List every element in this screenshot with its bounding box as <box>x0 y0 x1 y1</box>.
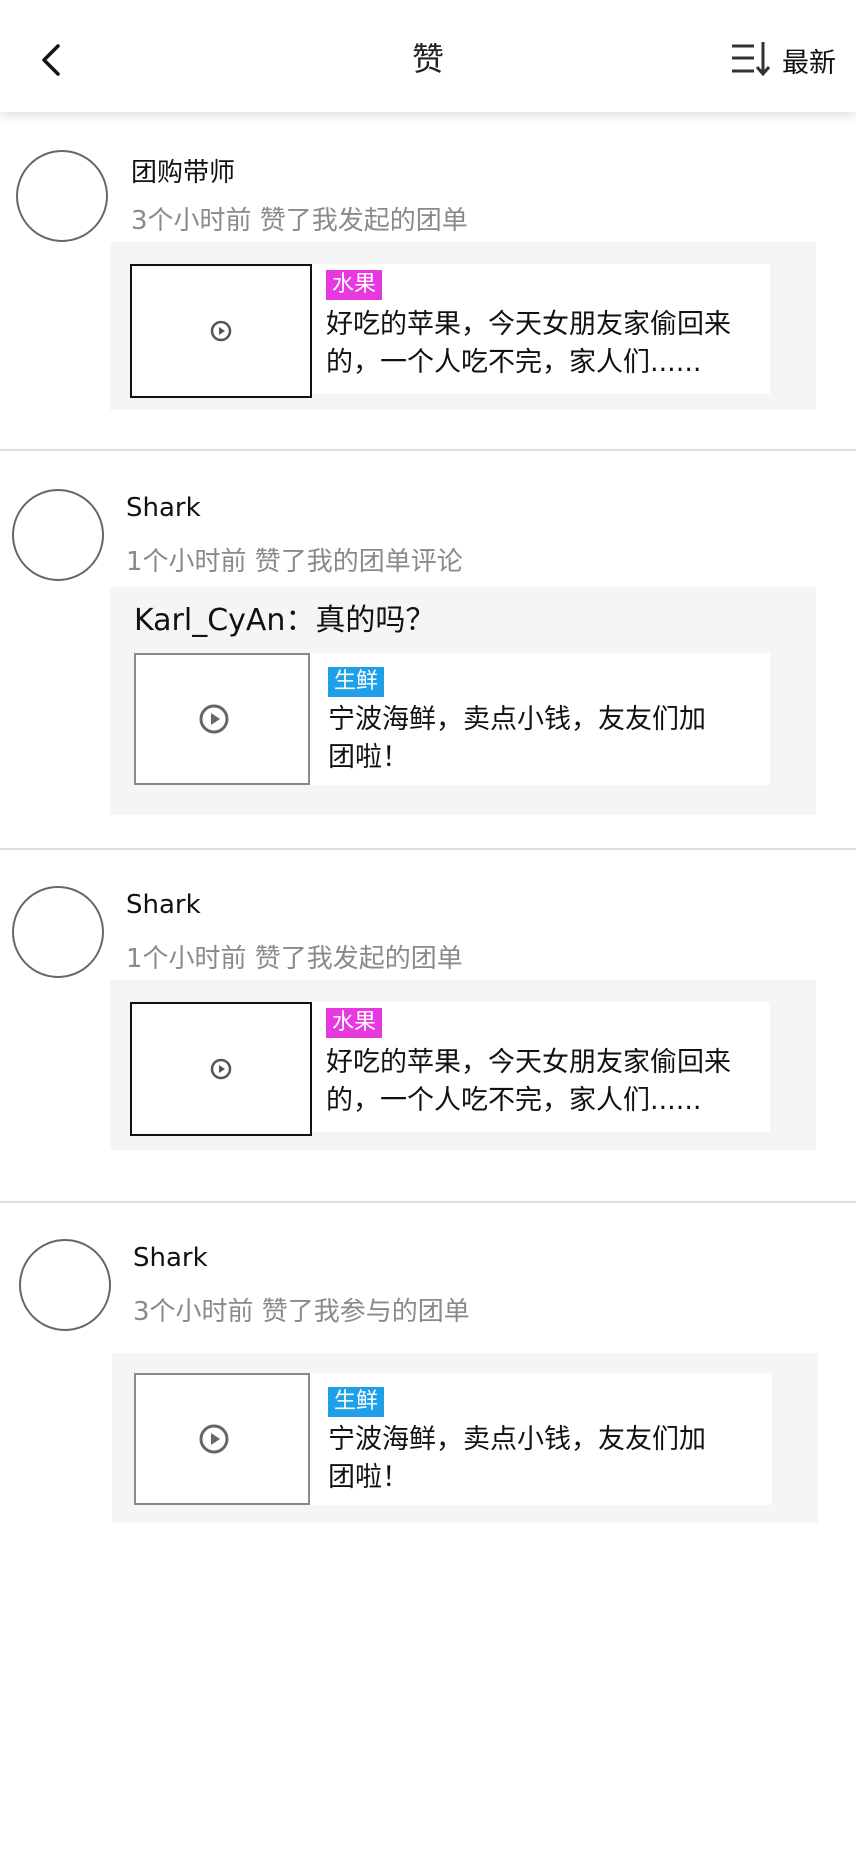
post-thumbnail[interactable] <box>130 1002 312 1136</box>
avatar[interactable] <box>12 886 104 978</box>
post-text-line: 宁波海鲜，卖点小钱，友友们加 <box>328 1424 706 1455</box>
top-bar: 赞 最新 <box>0 0 856 112</box>
like-meta: 3个小时前 赞了我参与的团单 <box>133 1297 470 1327</box>
user-name[interactable]: Shark <box>126 493 201 523</box>
liked-comment-card[interactable]: Karl_CyAn：真的吗？ 生鲜 宁波海鲜，卖点小钱，友友们加 团啦！ <box>110 587 816 815</box>
post-text-line: 宁波海鲜，卖点小钱，友友们加 <box>328 704 706 735</box>
post-preview[interactable]: 生鲜 宁波海鲜，卖点小钱，友友们加 团啦！ <box>134 653 770 785</box>
post-text-line: 的，一个人吃不完，家人们...... <box>326 347 702 378</box>
category-tag: 水果 <box>326 1008 383 1038</box>
user-name[interactable]: 团购带师 <box>131 152 235 189</box>
like-meta: 3个小时前 赞了我发起的团单 <box>131 206 468 236</box>
liked-post-card[interactable]: 水果 好吃的苹果，今天女朋友家偷回来 的，一个人吃不完，家人们...... <box>110 980 816 1150</box>
sort-label: 最新 <box>782 47 836 79</box>
post-thumbnail[interactable] <box>130 264 312 398</box>
post-text-line: 团啦！ <box>328 1462 409 1493</box>
avatar[interactable] <box>16 150 108 242</box>
post-thumbnail[interactable] <box>134 1373 310 1505</box>
post-text-line: 好吃的苹果，今天女朋友家偷回来 <box>326 1047 731 1078</box>
liked-post-card[interactable]: 水果 好吃的苹果，今天女朋友家偷回来 的，一个人吃不完，家人们...... <box>110 242 816 410</box>
post-preview[interactable]: 生鲜 宁波海鲜，卖点小钱，友友们加 团啦！ <box>134 1373 772 1505</box>
play-icon <box>210 320 232 342</box>
like-meta: 1个小时前 赞了我发起的团单 <box>126 944 463 974</box>
like-meta: 1个小时前 赞了我的团单评论 <box>126 547 463 577</box>
comment-text: Karl_CyAn：真的吗？ <box>134 603 436 638</box>
sort-latest-button[interactable]: 最新 <box>730 36 836 84</box>
post-preview[interactable]: 水果 好吃的苹果，今天女朋友家偷回来 的，一个人吃不完，家人们...... <box>130 264 770 398</box>
user-name[interactable]: Shark <box>133 1243 208 1273</box>
play-icon <box>199 704 229 734</box>
post-text-line: 的，一个人吃不完，家人们...... <box>326 1085 702 1116</box>
category-tag: 生鲜 <box>328 667 385 697</box>
post-text-line: 好吃的苹果，今天女朋友家偷回来 <box>326 309 731 340</box>
post-thumbnail[interactable] <box>134 653 310 785</box>
avatar[interactable] <box>12 489 104 581</box>
post-text-line: 团啦！ <box>328 742 409 773</box>
category-tag: 生鲜 <box>328 1387 385 1417</box>
post-preview[interactable]: 水果 好吃的苹果，今天女朋友家偷回来 的，一个人吃不完，家人们...... <box>130 1002 770 1136</box>
user-name[interactable]: Shark <box>126 890 201 920</box>
play-icon <box>199 1424 229 1454</box>
liked-post-card[interactable]: 生鲜 宁波海鲜，卖点小钱，友友们加 团啦！ <box>112 1353 818 1523</box>
page-title: 赞 <box>411 40 444 78</box>
like-item[interactable]: Shark 1个小时前 赞了我发起的团单 水果 好吃的苹果，今天女朋友家偷回来 … <box>0 850 856 1202</box>
like-item[interactable]: 团购带师 3个小时前 赞了我发起的团单 水果 好吃的苹果，今天女朋友家偷回来 的… <box>0 112 856 450</box>
category-tag: 水果 <box>326 270 383 300</box>
play-icon <box>210 1058 232 1080</box>
avatar[interactable] <box>19 1239 111 1331</box>
like-item[interactable]: Shark 1个小时前 赞了我的团单评论 Karl_CyAn：真的吗？ 生鲜 宁… <box>0 451 856 849</box>
sort-descending-icon <box>732 42 771 77</box>
like-item[interactable]: Shark 3个小时前 赞了我参与的团单 生鲜 宁波海鲜，卖点小钱，友友们加 团… <box>0 1203 856 1533</box>
